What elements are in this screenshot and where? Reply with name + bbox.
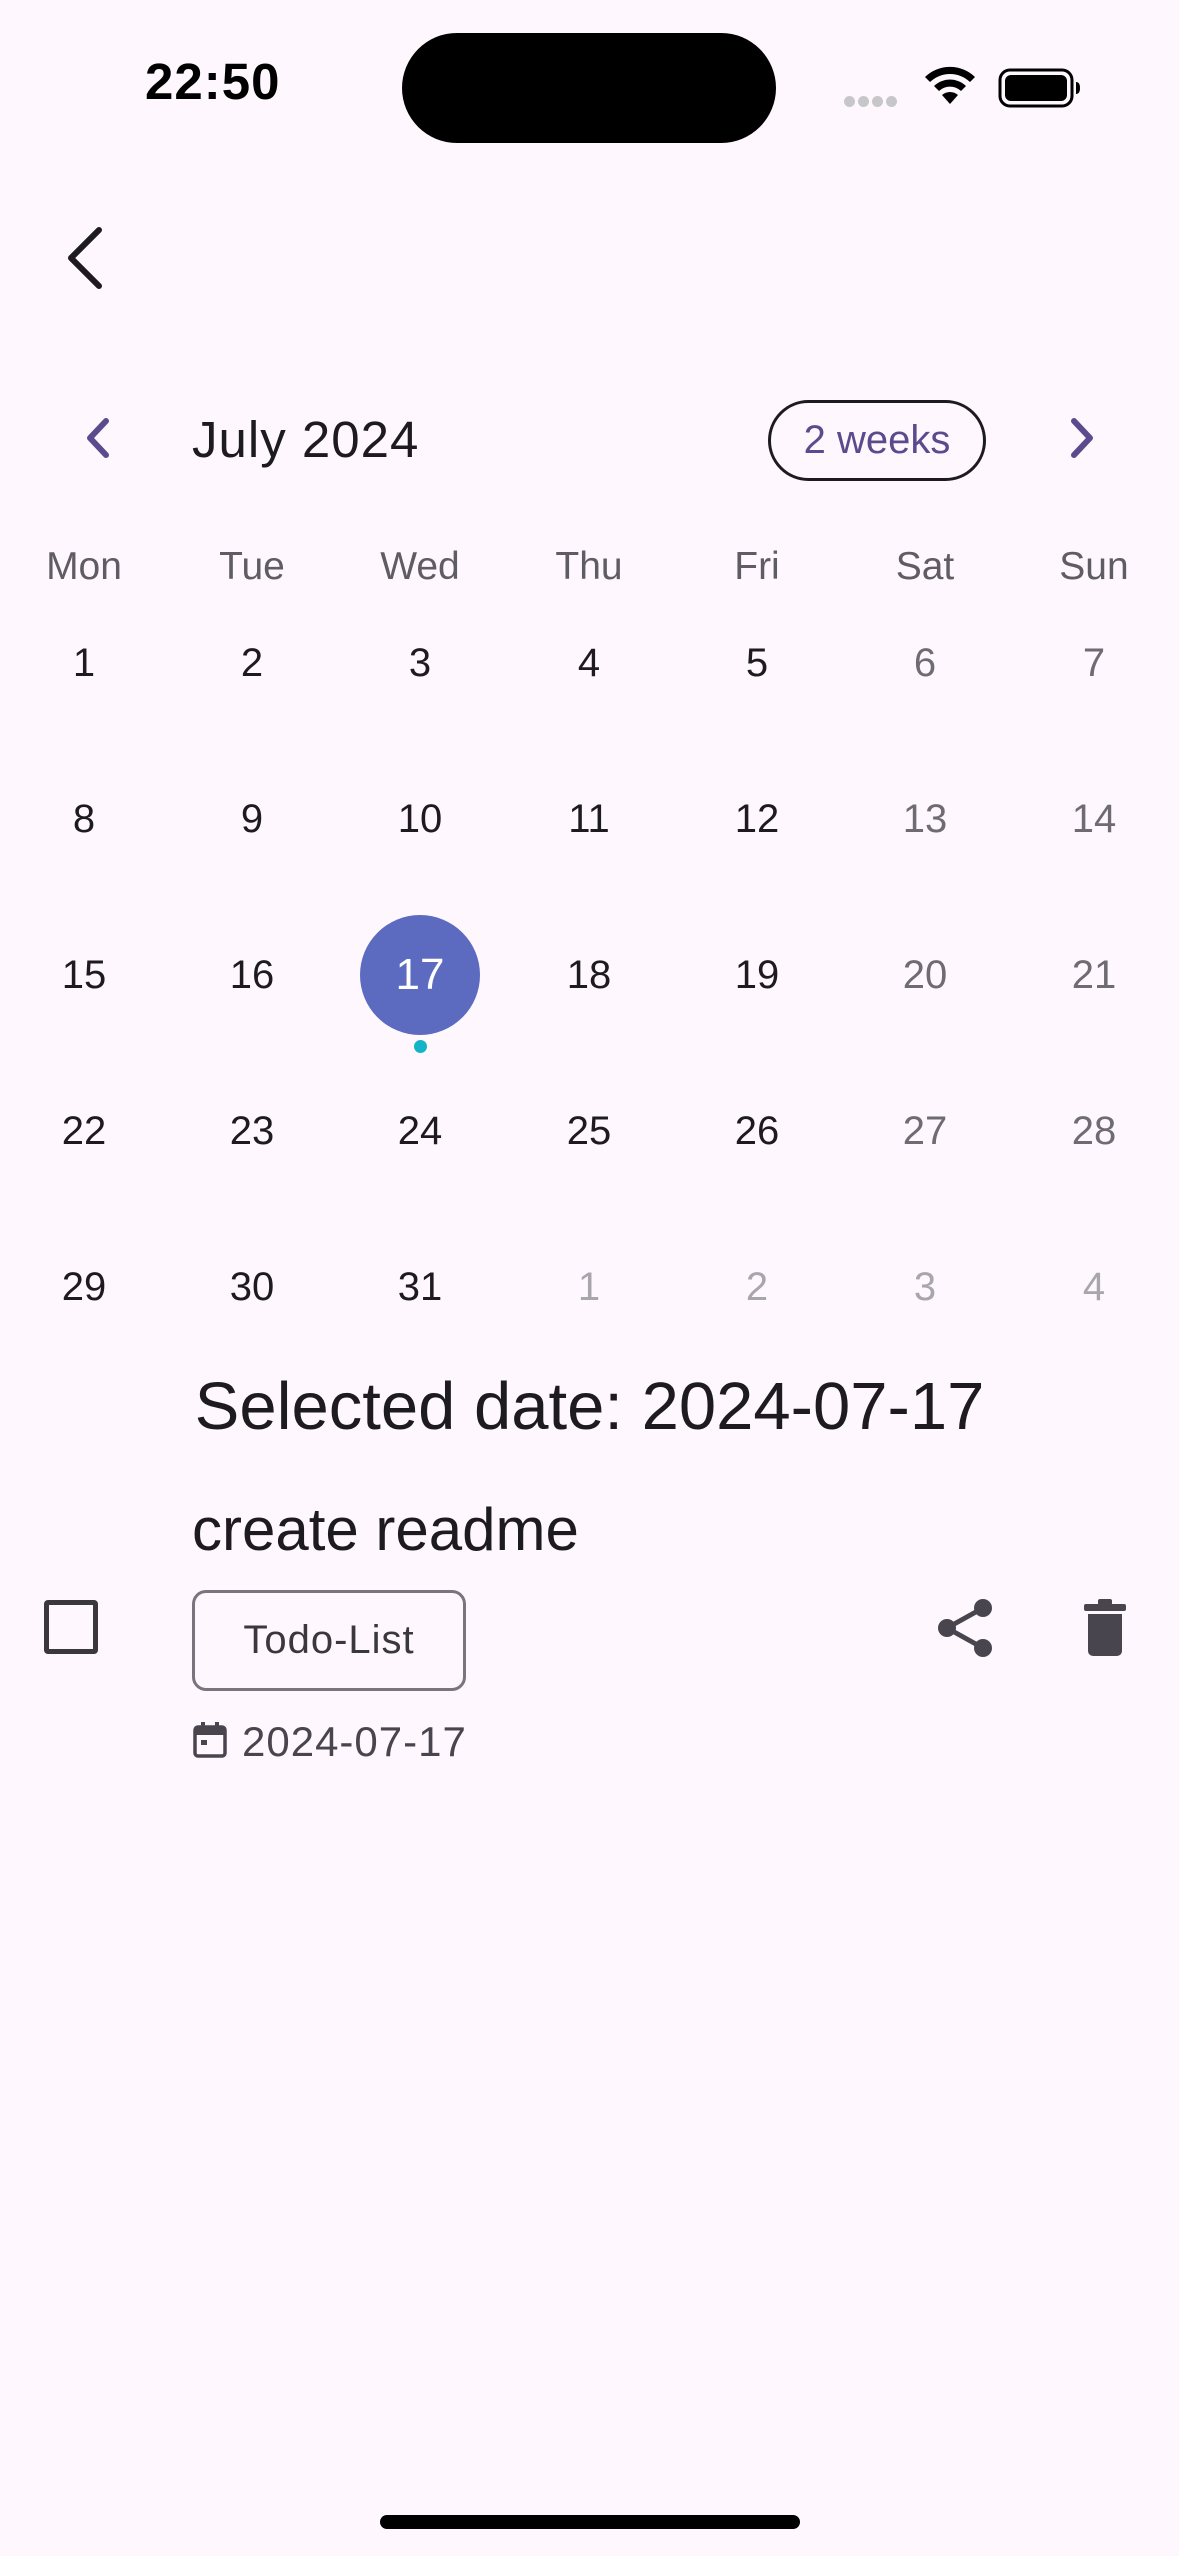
day-cell[interactable]: 22 [0, 1066, 168, 1196]
day-cell[interactable]: 15 [0, 910, 168, 1040]
day-cell[interactable]: 8 [0, 754, 168, 884]
task-title[interactable]: create readme [192, 1495, 579, 1564]
day-cell[interactable]: 16 [168, 910, 336, 1040]
day-cell[interactable]: 21 [1010, 910, 1178, 1040]
prev-month-button[interactable] [70, 410, 126, 470]
event-marker-dot [414, 1040, 427, 1053]
day-cell[interactable]: 25 [505, 1066, 673, 1196]
day-cell[interactable]: 10 [336, 754, 504, 884]
back-arrow-icon [63, 226, 107, 295]
day-cell[interactable]: 1 [0, 598, 168, 728]
day-cell[interactable]: 6 [841, 598, 1009, 728]
day-cell[interactable]: 29 [0, 1222, 168, 1352]
day-cell[interactable]: 24 [336, 1066, 504, 1196]
day-cell[interactable]: 19 [673, 910, 841, 1040]
task-date: 2024-07-17 [242, 1718, 467, 1765]
weekday-label: Tue [219, 545, 285, 588]
day-cell-outside-month[interactable]: 4 [1010, 1222, 1178, 1352]
selected-day-number: 17 [360, 915, 480, 1035]
delete-button[interactable] [1070, 1590, 1140, 1670]
day-cell[interactable]: 14 [1010, 754, 1178, 884]
day-cell[interactable]: 3 [336, 598, 504, 728]
weekday-label: Sun [1059, 545, 1129, 588]
weekday-label: Sat [895, 545, 955, 588]
task-checkbox[interactable] [44, 1600, 98, 1654]
calendar-icon [192, 1721, 228, 1764]
day-cell[interactable]: 5 [673, 598, 841, 728]
weekday-label: Thu [555, 545, 623, 588]
task-date-row: 2024-07-17 [192, 1718, 467, 1766]
share-icon [935, 1596, 995, 1665]
back-button[interactable] [50, 220, 120, 300]
weekday-label: Fri [734, 545, 780, 588]
share-button[interactable] [930, 1590, 1000, 1670]
next-month-button[interactable] [1054, 410, 1110, 470]
day-cell[interactable]: 7 [1010, 598, 1178, 728]
dynamic-island [402, 33, 776, 143]
calendar-format-button[interactable]: 2 weeks [768, 400, 986, 481]
day-cell[interactable]: 9 [168, 754, 336, 884]
selected-date-label: Selected date: 2024-07-17 [194, 1369, 985, 1444]
day-cell[interactable]: 28 [1010, 1066, 1178, 1196]
chevron-left-icon [84, 417, 112, 464]
cellular-signal-icon [844, 94, 900, 112]
day-cell[interactable]: 26 [673, 1066, 841, 1196]
task-tag-chip[interactable]: Todo-List [192, 1590, 466, 1691]
day-cell-outside-month[interactable]: 1 [505, 1222, 673, 1352]
home-indicator [380, 2515, 800, 2529]
day-cell[interactable]: 31 [336, 1222, 504, 1352]
weekday-label: Mon [46, 545, 122, 588]
trash-icon [1083, 1598, 1127, 1662]
status-time: 22:50 [145, 53, 281, 110]
day-cell[interactable]: 30 [168, 1222, 336, 1352]
day-cell[interactable]: 11 [505, 754, 673, 884]
day-cell[interactable]: 23 [168, 1066, 336, 1196]
day-cell-outside-month[interactable]: 3 [841, 1222, 1009, 1352]
selected-day-cell[interactable]: 17 [336, 910, 504, 1040]
day-cell[interactable]: 12 [673, 754, 841, 884]
battery-icon [998, 68, 1082, 113]
chevron-right-icon [1068, 417, 1096, 464]
wifi-icon [922, 64, 978, 111]
day-cell[interactable]: 18 [505, 910, 673, 1040]
month-title: July 2024 [192, 411, 420, 468]
day-cell[interactable]: 13 [841, 754, 1009, 884]
day-cell-outside-month[interactable]: 2 [673, 1222, 841, 1352]
day-cell[interactable]: 27 [841, 1066, 1009, 1196]
day-cell[interactable]: 2 [168, 598, 336, 728]
weekday-label: Wed [380, 545, 460, 588]
day-cell[interactable]: 20 [841, 910, 1009, 1040]
day-cell[interactable]: 4 [505, 598, 673, 728]
